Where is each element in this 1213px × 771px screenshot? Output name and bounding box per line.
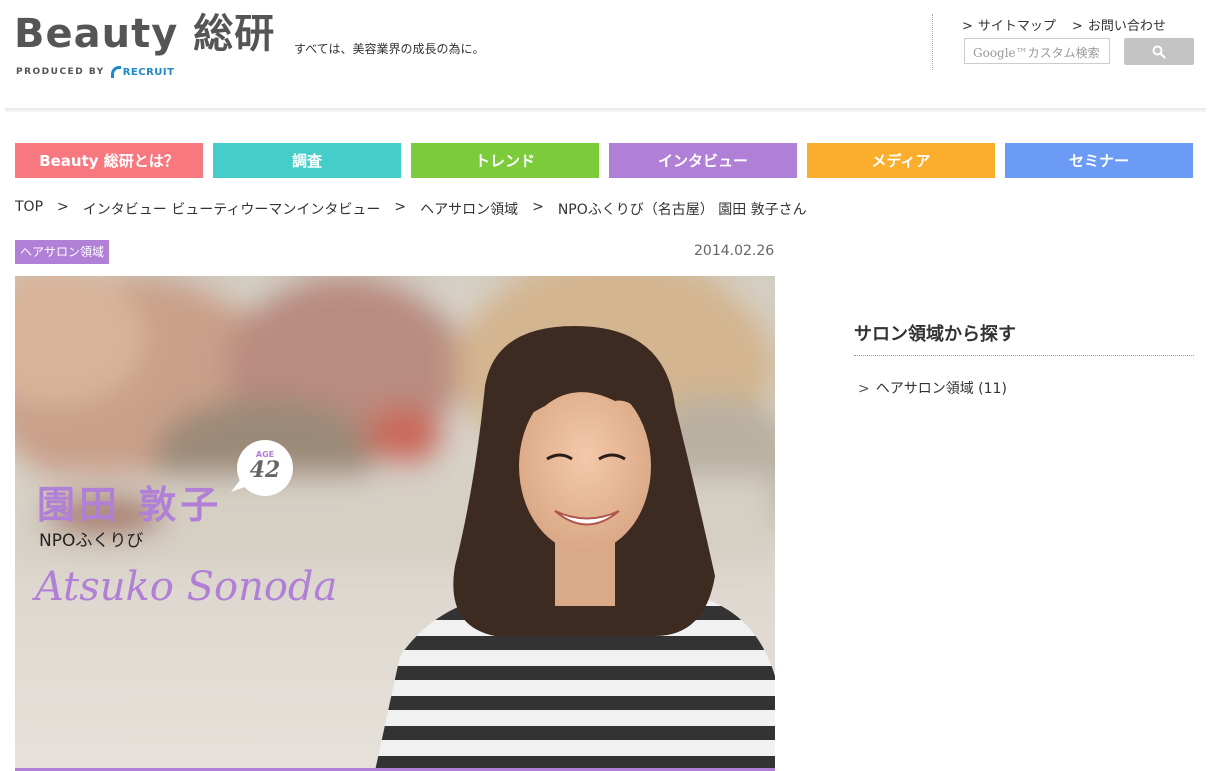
header-divider	[932, 14, 933, 70]
sitemap-label: サイトマップ	[977, 19, 1056, 34]
breadcrumb-top[interactable]: TOP	[15, 199, 43, 219]
produced-by-recruit: PRODUCED BY RECRUIT	[16, 66, 174, 78]
utility-links: > サイトマップ > お問い合わせ	[962, 15, 1166, 34]
nav-trend[interactable]: トレンド	[411, 143, 599, 178]
sidebar-link-label: ヘアサロン領域 (11)	[875, 381, 1007, 397]
contact-label: お問い合わせ	[1087, 19, 1166, 34]
nav-research[interactable]: 調査	[213, 143, 401, 178]
category-badge[interactable]: ヘアサロン領域	[15, 240, 110, 264]
breadcrumb-current: NPOふくりび（名古屋） 園田 敦子さん	[557, 202, 807, 218]
breadcrumb: TOP > インタビュー ビューティウーマンインタビュー > ヘアサロン領域 >…	[15, 199, 807, 219]
interviewee-name-jp: 園田 敦子	[37, 482, 223, 527]
produced-by-label: PRODUCED BY	[16, 67, 105, 77]
site-tagline: すべては、美容業界の成長の為に。	[294, 42, 485, 56]
nav-interview[interactable]: インタビュー	[609, 143, 797, 178]
breadcrumb-separator: >	[394, 199, 407, 215]
arrow-icon: >	[962, 19, 973, 34]
nav-media[interactable]: メディア	[807, 143, 995, 178]
nav-about[interactable]: Beauty 総研とは？	[15, 143, 203, 178]
hero-photo: AGE 42 園田 敦子 NPOふくりび Atsuko Sonoda	[15, 276, 775, 771]
sidebar-link-hair-salon[interactable]: > ヘアサロン領域 (11)	[858, 378, 1007, 398]
main-nav: Beauty 総研とは？ 調査 トレンド インタビュー メディア セミナー	[15, 143, 1193, 178]
breadcrumb-hair-salon[interactable]: ヘアサロン領域	[420, 199, 518, 219]
breadcrumb-separator: >	[57, 199, 69, 215]
breadcrumb-separator: >	[532, 199, 544, 215]
chevron-right-icon: >	[858, 381, 870, 397]
article-date: 2014.02.26	[694, 243, 775, 259]
site-header: Beauty 総研 PRODUCED BY RECRUIT すべては、美容業界の…	[0, 0, 1213, 108]
age-value: 42	[249, 457, 281, 483]
interviewee-name-en: Atsuko Sonoda	[35, 564, 338, 610]
recruit-label: RECRUIT	[122, 66, 175, 78]
recruit-logo-icon	[110, 66, 121, 78]
nav-seminar[interactable]: セミナー	[1005, 143, 1193, 178]
site-logo[interactable]: Beauty 総研	[14, 8, 275, 60]
header-shadow	[5, 108, 1206, 112]
arrow-icon: >	[1071, 19, 1083, 34]
sidebar-divider	[854, 355, 1194, 356]
search-icon	[1152, 45, 1166, 59]
sidebar-title: サロン領域から探す	[854, 324, 1016, 345]
contact-link[interactable]: > お問い合わせ	[1072, 15, 1166, 34]
sitemap-link[interactable]: > サイトマップ	[962, 15, 1056, 34]
breadcrumb-interview[interactable]: インタビュー ビューティウーマンインタビュー	[83, 199, 381, 219]
search-button[interactable]	[1124, 38, 1194, 65]
interviewee-organization: NPOふくりび	[39, 531, 144, 551]
search-input[interactable]: Google™カスタム検索	[964, 38, 1110, 64]
age-bubble: AGE 42	[237, 450, 293, 481]
